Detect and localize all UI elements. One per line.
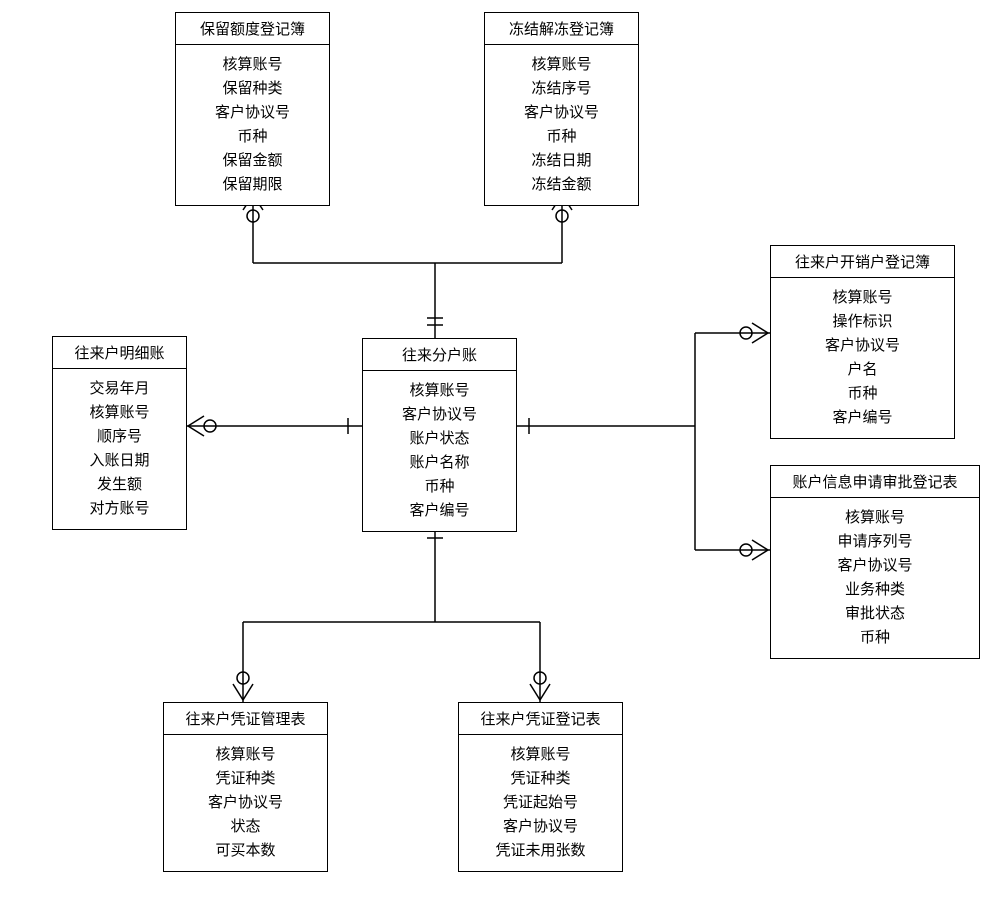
field: 客户编号 (375, 499, 504, 523)
field: 币种 (783, 382, 942, 406)
field: 审批状态 (783, 602, 967, 626)
entity-title: 往来户凭证登记表 (459, 703, 622, 735)
field: 核算账号 (497, 53, 626, 77)
entity-voucher-management: 往来户凭证管理表 核算账号 凭证种类 客户协议号 状态 可买本数 (163, 702, 328, 872)
field: 账户状态 (375, 427, 504, 451)
field: 核算账号 (375, 379, 504, 403)
field: 账户名称 (375, 451, 504, 475)
entity-body: 核算账号 申请序列号 客户协议号 业务种类 审批状态 币种 (771, 498, 979, 658)
field: 凭证未用张数 (471, 839, 610, 863)
entity-body: 核算账号 凭证种类 客户协议号 状态 可买本数 (164, 735, 327, 871)
field: 币种 (375, 475, 504, 499)
field: 客户协议号 (783, 334, 942, 358)
entity-body: 交易年月 核算账号 顺序号 入账日期 发生额 对方账号 (53, 369, 186, 529)
field: 顺序号 (65, 425, 174, 449)
field: 冻结金额 (497, 173, 626, 197)
entity-title: 往来户明细账 (53, 337, 186, 369)
entity-current-detail-ledger: 往来户明细账 交易年月 核算账号 顺序号 入账日期 发生额 对方账号 (52, 336, 187, 530)
entity-body: 核算账号 凭证种类 凭证起始号 客户协议号 凭证未用张数 (459, 735, 622, 871)
field: 冻结日期 (497, 149, 626, 173)
entity-open-close-account-register: 往来户开销户登记簿 核算账号 操作标识 客户协议号 户名 币种 客户编号 (770, 245, 955, 439)
entity-current-sub-account: 往来分户账 核算账号 客户协议号 账户状态 账户名称 币种 客户编号 (362, 338, 517, 532)
field: 客户协议号 (188, 101, 317, 125)
field: 凭证种类 (176, 767, 315, 791)
entity-title: 冻结解冻登记簿 (485, 13, 638, 45)
entity-account-info-approval-register: 账户信息申请审批登记表 核算账号 申请序列号 客户协议号 业务种类 审批状态 币… (770, 465, 980, 659)
field: 冻结序号 (497, 77, 626, 101)
entity-title: 往来分户账 (363, 339, 516, 371)
field: 凭证种类 (471, 767, 610, 791)
field: 发生额 (65, 473, 174, 497)
field: 客户编号 (783, 406, 942, 430)
field: 客户协议号 (497, 101, 626, 125)
entity-voucher-register: 往来户凭证登记表 核算账号 凭证种类 凭证起始号 客户协议号 凭证未用张数 (458, 702, 623, 872)
field: 状态 (176, 815, 315, 839)
field: 户名 (783, 358, 942, 382)
field: 申请序列号 (783, 530, 967, 554)
field: 保留金额 (188, 149, 317, 173)
entity-title: 往来户凭证管理表 (164, 703, 327, 735)
entity-title: 保留额度登记簿 (176, 13, 329, 45)
field: 核算账号 (188, 53, 317, 77)
entity-title: 账户信息申请审批登记表 (771, 466, 979, 498)
field: 客户协议号 (176, 791, 315, 815)
field: 客户协议号 (375, 403, 504, 427)
field: 对方账号 (65, 497, 174, 521)
field: 交易年月 (65, 377, 174, 401)
entity-reserve-limit-register: 保留额度登记簿 核算账号 保留种类 客户协议号 币种 保留金额 保留期限 (175, 12, 330, 206)
field: 入账日期 (65, 449, 174, 473)
field: 可买本数 (176, 839, 315, 863)
entity-body: 核算账号 客户协议号 账户状态 账户名称 币种 客户编号 (363, 371, 516, 531)
field: 币种 (783, 626, 967, 650)
entity-body: 核算账号 保留种类 客户协议号 币种 保留金额 保留期限 (176, 45, 329, 205)
field: 核算账号 (783, 286, 942, 310)
field: 业务种类 (783, 578, 967, 602)
field: 客户协议号 (471, 815, 610, 839)
field: 币种 (188, 125, 317, 149)
field: 核算账号 (176, 743, 315, 767)
field: 核算账号 (471, 743, 610, 767)
field: 客户协议号 (783, 554, 967, 578)
field: 保留期限 (188, 173, 317, 197)
entity-freeze-unfreeze-register: 冻结解冻登记簿 核算账号 冻结序号 客户协议号 币种 冻结日期 冻结金额 (484, 12, 639, 206)
field: 币种 (497, 125, 626, 149)
entity-body: 核算账号 操作标识 客户协议号 户名 币种 客户编号 (771, 278, 954, 438)
field: 凭证起始号 (471, 791, 610, 815)
field: 保留种类 (188, 77, 317, 101)
field: 核算账号 (783, 506, 967, 530)
entity-title: 往来户开销户登记簿 (771, 246, 954, 278)
entity-body: 核算账号 冻结序号 客户协议号 币种 冻结日期 冻结金额 (485, 45, 638, 205)
field: 操作标识 (783, 310, 942, 334)
field: 核算账号 (65, 401, 174, 425)
